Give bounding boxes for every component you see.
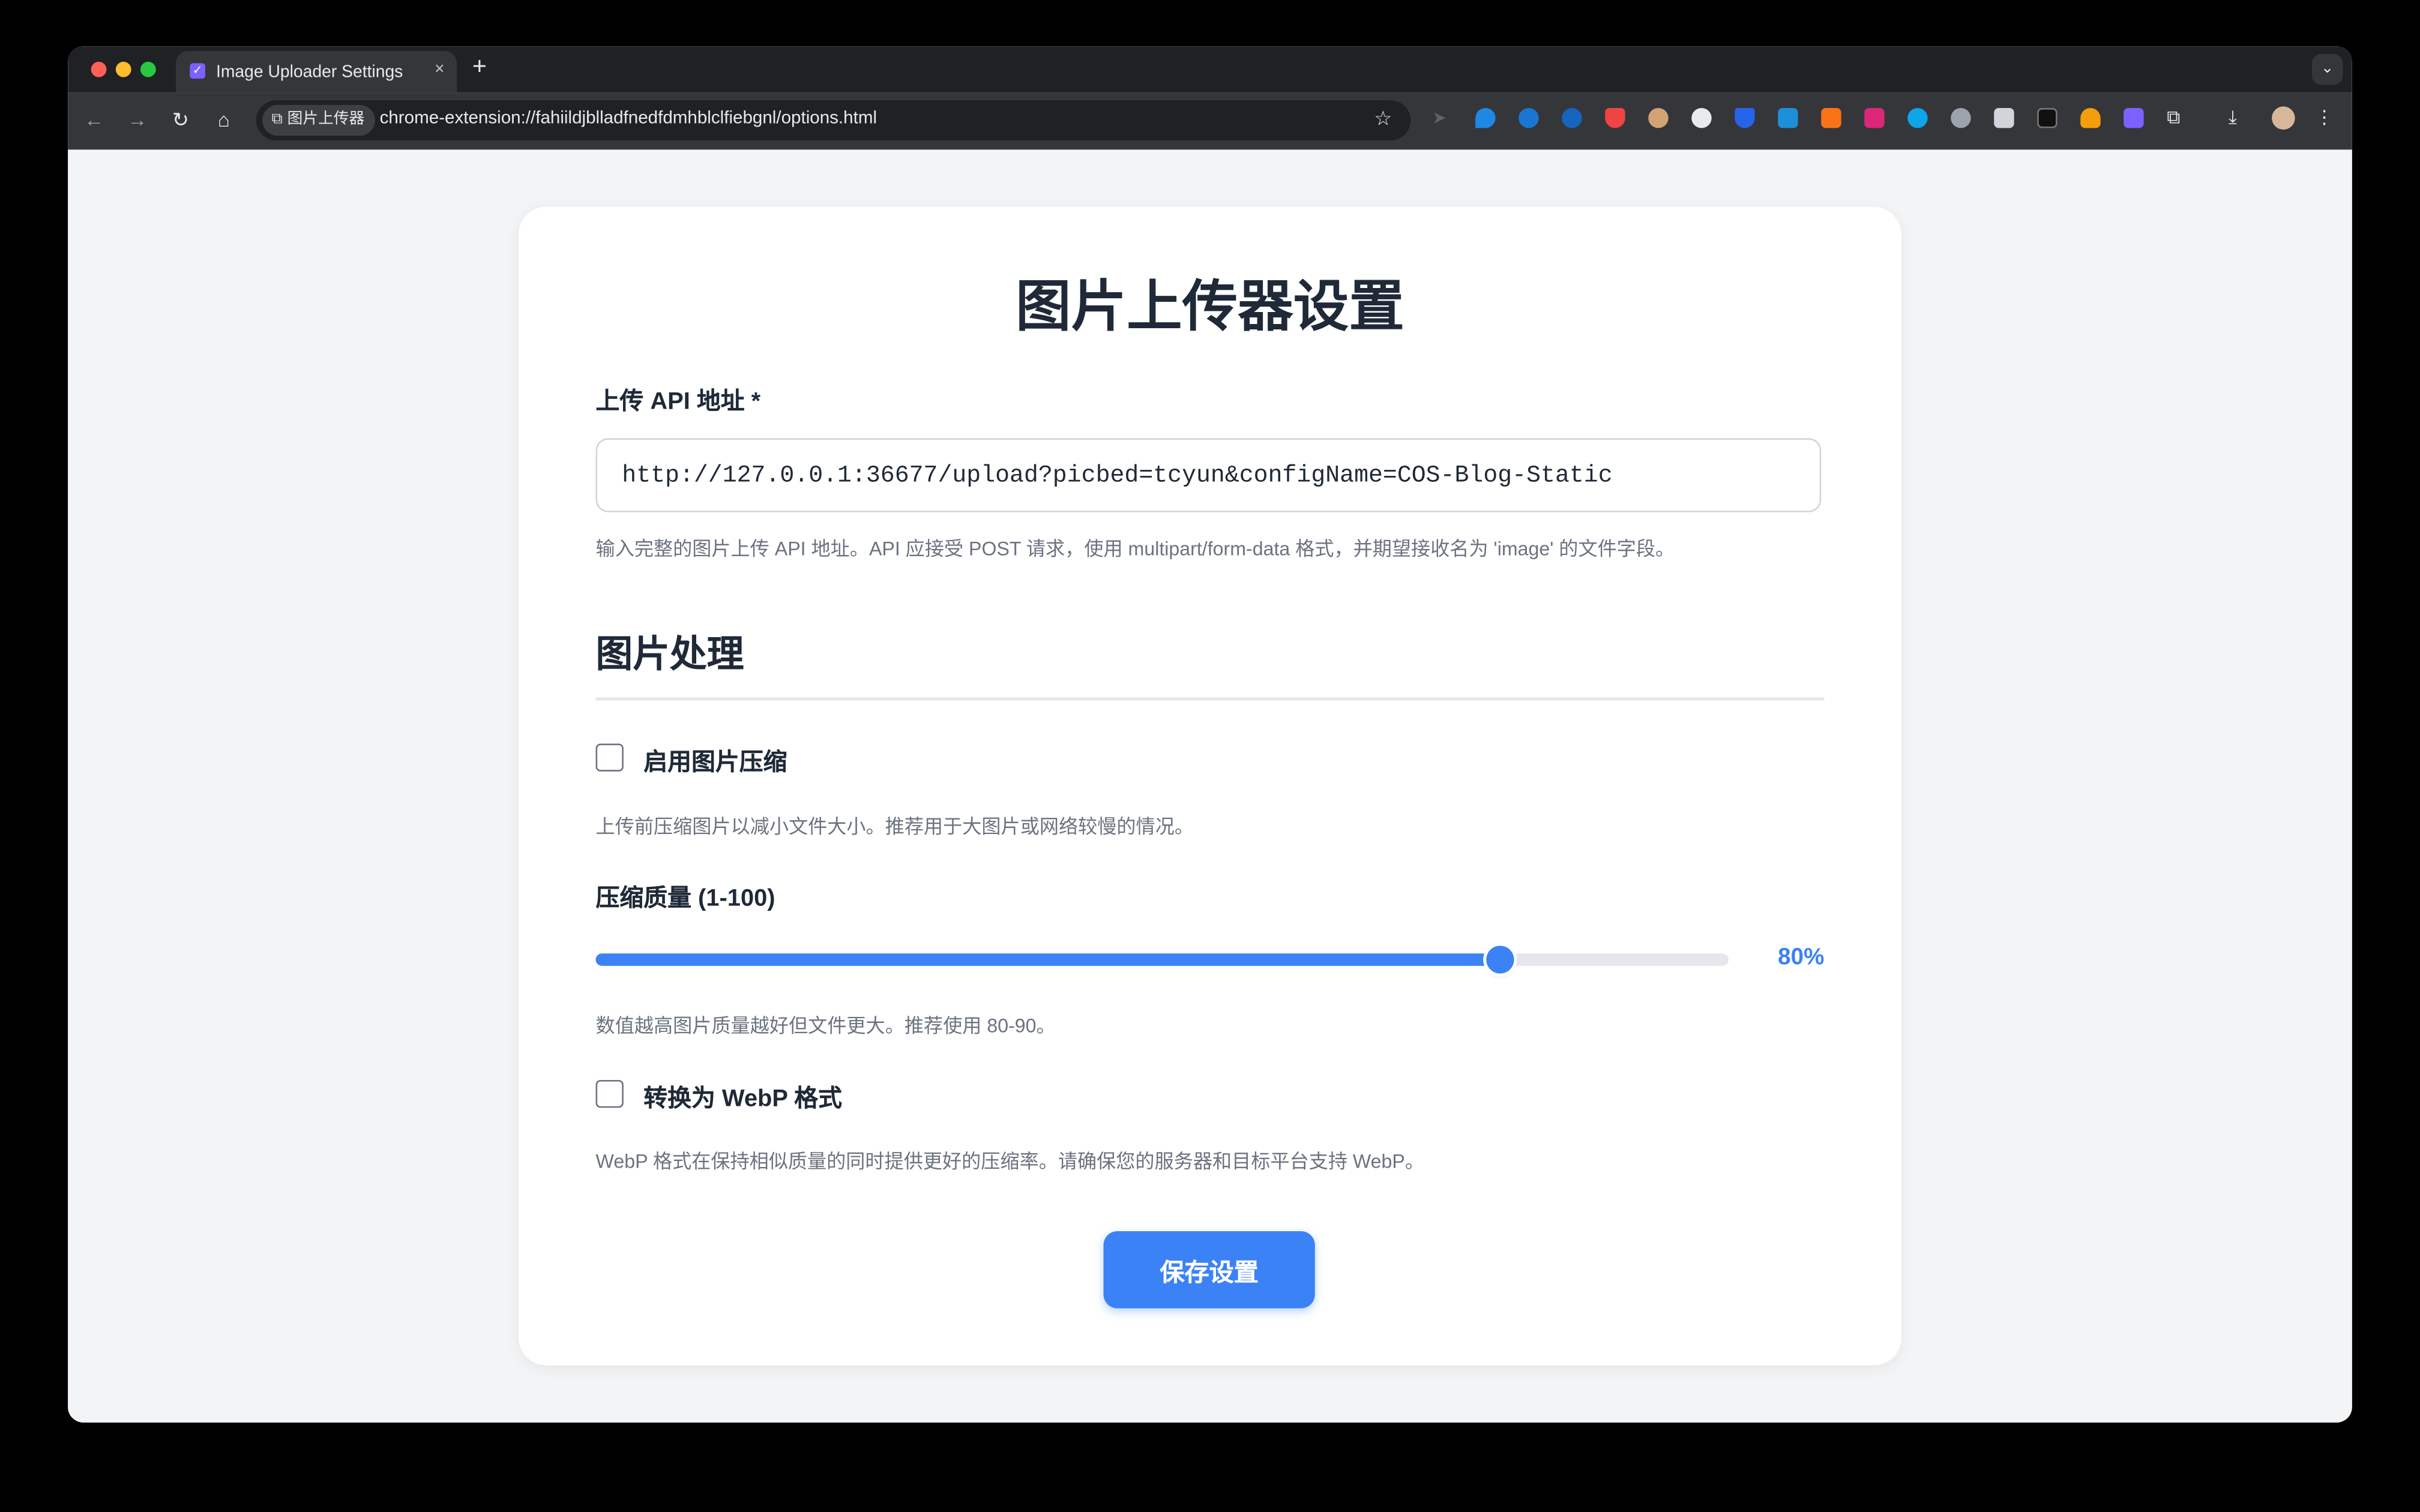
compression-help: 上传前压缩图片以减小文件大小。推荐用于大图片或网络较慢的情况。 <box>595 816 1194 838</box>
extensions-icon[interactable]: ⧉ <box>2167 107 2187 128</box>
close-tab-icon[interactable]: × <box>435 60 445 79</box>
home-icon[interactable]: ⌂ <box>211 108 236 133</box>
quality-help: 数值越高图片质量越好但文件更大。推荐使用 80-90。 <box>595 1015 1056 1037</box>
reader-icon[interactable] <box>1994 107 2014 128</box>
new-tab-button[interactable]: + <box>472 54 487 82</box>
webp-label[interactable]: 转换为 WebP 格式 <box>643 1080 842 1114</box>
api-url-help: 输入完整的图片上传 API 地址。API 应接受 POST 请求，使用 mult… <box>595 538 1675 560</box>
owl-icon[interactable] <box>1648 107 1669 128</box>
browser-window: ✓ Image Uploader Settings × + ⌄ ← → ↻ ⌂ … <box>68 46 2352 1423</box>
shield-icon[interactable] <box>1735 107 1755 128</box>
quality-value: 80% <box>1778 944 1825 971</box>
tab-title: Image Uploader Settings <box>215 63 403 82</box>
puzzle-icon: ⧉ <box>271 111 283 128</box>
menu-icon[interactable]: ⋮ <box>2315 107 2335 128</box>
send-icon[interactable]: ➤ <box>1432 108 1452 128</box>
api-url-input[interactable] <box>595 438 1822 512</box>
zoom-window-button[interactable] <box>140 61 156 77</box>
quality-slider-thumb[interactable] <box>1485 946 1514 974</box>
options-page: 图片上传器设置 上传 API 地址 * 输入完整的图片上传 API 地址。API… <box>68 149 2352 1423</box>
edge-icon[interactable] <box>1562 107 1582 128</box>
pocket-icon[interactable] <box>1605 107 1625 128</box>
webp-checkbox[interactable] <box>595 1079 624 1108</box>
bot-icon[interactable] <box>1691 107 1712 128</box>
api-url-label: 上传 API 地址 * <box>595 388 761 415</box>
settings-card: 图片上传器设置 上传 API 地址 * 输入完整的图片上传 API 地址。API… <box>518 206 1901 1366</box>
tab-search-button[interactable]: ⌄ <box>2311 53 2343 85</box>
avatar-icon[interactable] <box>2272 106 2295 130</box>
save-settings-button[interactable]: 保存设置 <box>1103 1231 1315 1309</box>
extension-chip[interactable]: ⧉ 图片上传器 <box>262 104 376 136</box>
address-bar[interactable]: ⧉ 图片上传器 chrome-extension://fahiildjblladf… <box>256 100 1411 140</box>
minimize-window-button[interactable] <box>115 61 131 77</box>
page-title: 图片上传器设置 <box>1015 274 1404 338</box>
translate-icon[interactable] <box>1864 107 1885 128</box>
blue-circle-icon[interactable] <box>1907 107 1928 128</box>
quality-label: 压缩质量 (1-100) <box>595 885 775 912</box>
tab-image-uploader-settings[interactable]: ✓ Image Uploader Settings × <box>176 50 457 93</box>
enable-compression-label[interactable]: 启用图片压缩 <box>643 743 787 778</box>
section-divider <box>595 697 1825 701</box>
puzzle-blue-icon[interactable] <box>1778 107 1798 128</box>
enable-compression-checkbox[interactable] <box>595 743 624 772</box>
check-icon[interactable] <box>2124 107 2144 128</box>
browser-toolbar: ← → ↻ ⌂ ⧉ 图片上传器 chrome-extension://fahiil… <box>68 92 2352 150</box>
rss-icon[interactable] <box>1951 107 1971 128</box>
bookmark-star-icon[interactable]: ☆ <box>1374 106 1392 131</box>
forward-icon[interactable]: → <box>125 108 149 133</box>
check-icon: ✓ <box>190 63 205 79</box>
url-text[interactable]: chrome-extension://fahiildjblladfnedfdmh… <box>380 110 877 128</box>
webp-help: WebP 格式在保持相似质量的同时提供更好的压缩率。请确保您的服务器和目标平台支… <box>595 1151 1425 1173</box>
gem-icon[interactable] <box>1475 107 1496 128</box>
sync-icon[interactable] <box>1519 107 1539 128</box>
back-icon[interactable]: ← <box>82 108 106 133</box>
fox-icon[interactable] <box>2080 107 2101 128</box>
notion-icon[interactable] <box>2037 107 2057 128</box>
section-title-image-processing: 图片处理 <box>595 634 744 676</box>
orange-icon[interactable] <box>1821 107 1841 128</box>
quality-slider[interactable] <box>595 946 1729 974</box>
close-window-button[interactable] <box>91 61 107 77</box>
quality-slider-fill <box>595 953 1500 966</box>
extension-chip-label: 图片上传器 <box>287 111 365 128</box>
tab-strip: ✓ Image Uploader Settings × + ⌄ <box>68 46 2352 93</box>
reload-icon[interactable]: ↻ <box>168 108 193 133</box>
download-icon[interactable]: ⤓ <box>2229 107 2248 128</box>
